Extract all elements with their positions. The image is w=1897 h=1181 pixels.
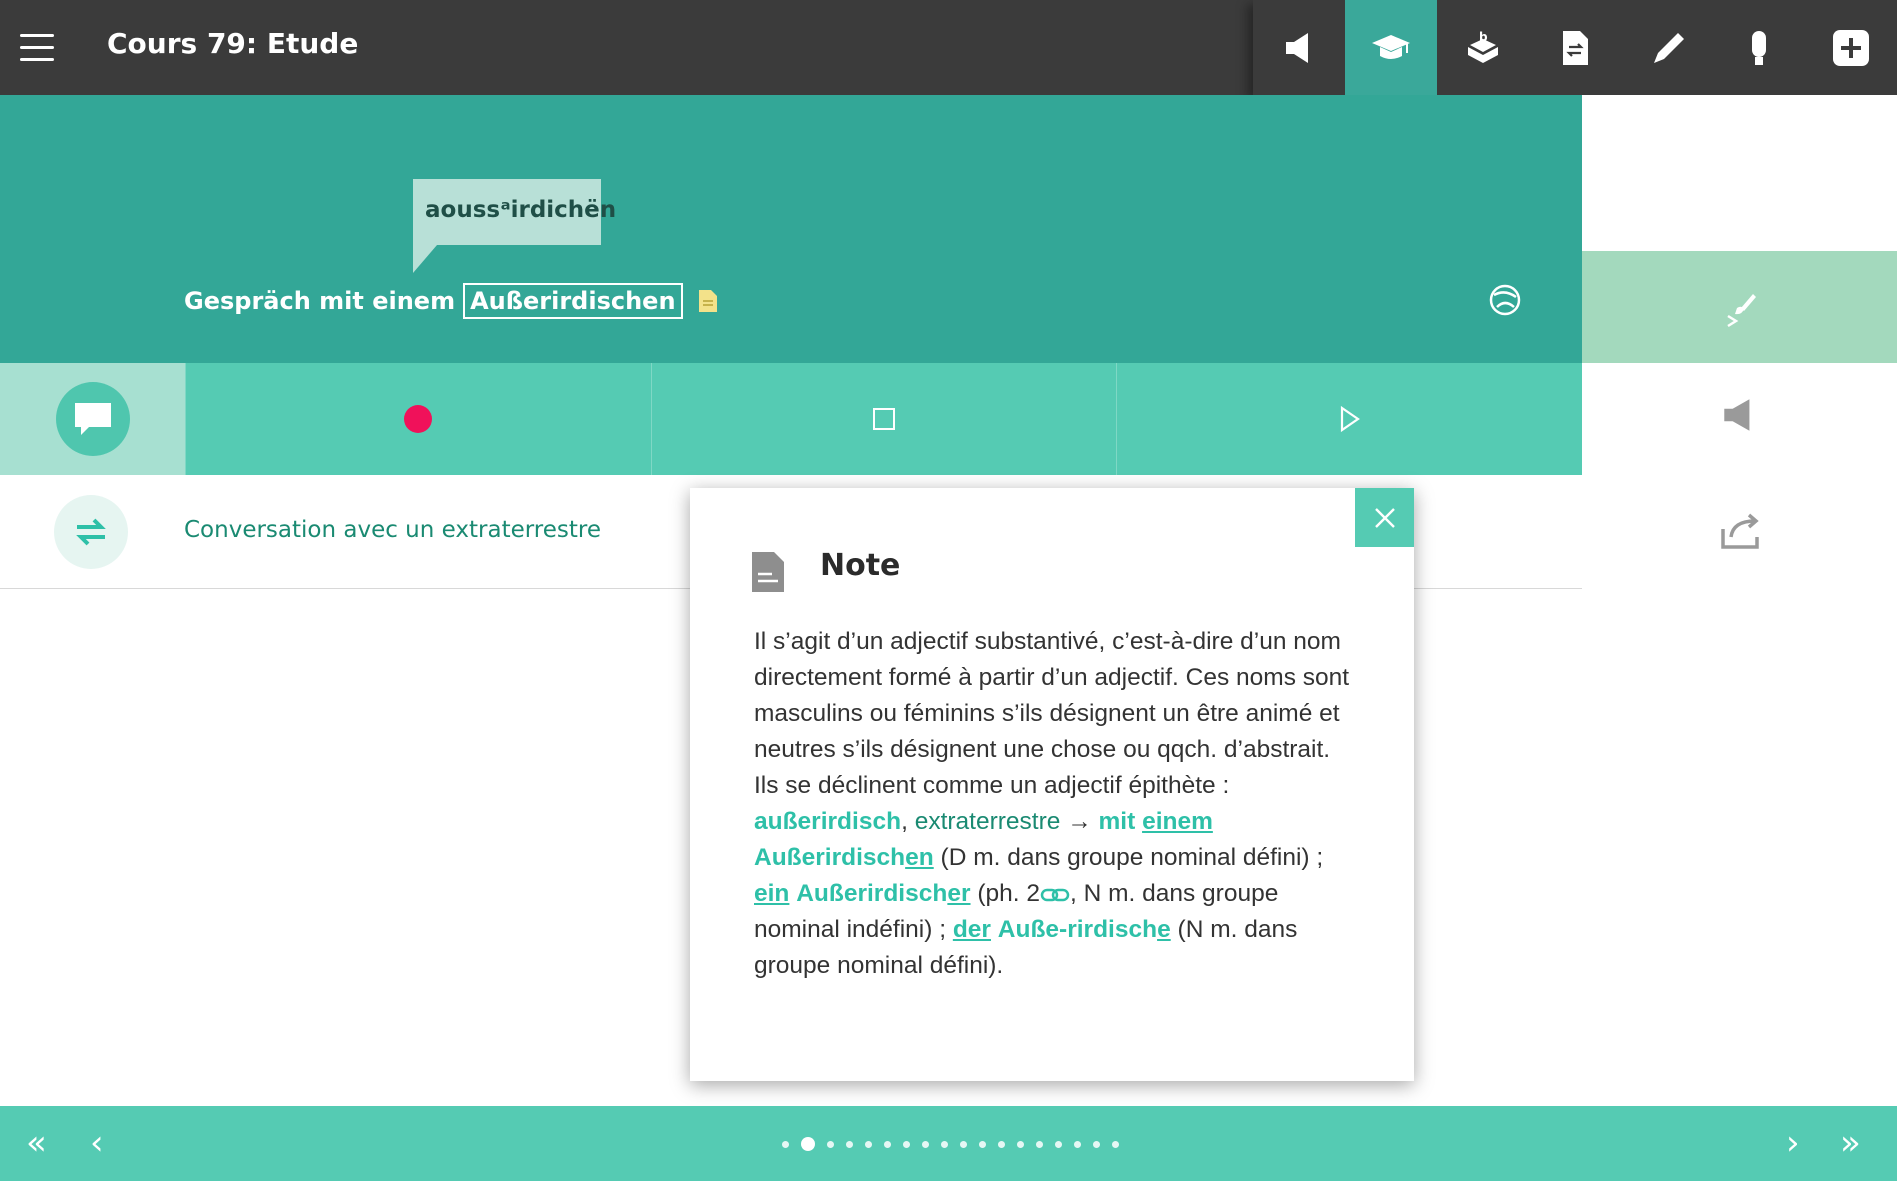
stop-cell[interactable]: [650, 363, 1117, 475]
swap-button[interactable]: [54, 495, 128, 569]
next-page-button[interactable]: ›: [1786, 1124, 1800, 1162]
pronunciation-tooltip: aoussᵃirdichën: [413, 179, 616, 273]
record-cell[interactable]: [185, 363, 651, 475]
german-word[interactable]: der: [953, 916, 991, 943]
share-button[interactable]: [1582, 507, 1897, 553]
lesson-sentence-panel: aoussᵃirdichën Gespräch mit einem Außeri…: [0, 95, 1582, 363]
german-ending: er: [947, 880, 971, 907]
page-dot[interactable]: [1074, 1140, 1081, 1148]
close-button[interactable]: [1355, 488, 1414, 547]
plus-icon: [1833, 29, 1869, 66]
page-dot[interactable]: [1112, 1140, 1119, 1148]
study-button[interactable]: [1345, 0, 1437, 95]
play-cell[interactable]: [1116, 363, 1582, 475]
voice-face-icon[interactable]: [1488, 283, 1522, 317]
speaker-icon: [1286, 32, 1308, 63]
play-icon: [1340, 405, 1360, 433]
german-ending: en: [905, 844, 934, 871]
share-icon: [1720, 513, 1759, 549]
record-button[interactable]: [1713, 0, 1805, 95]
note-text: (ph. 2: [977, 880, 1040, 907]
german-word[interactable]: Außerirdisch: [796, 880, 947, 907]
page-dot[interactable]: [941, 1140, 948, 1148]
german-word[interactable]: mit: [1099, 808, 1136, 835]
arrow-glyph: →: [1067, 808, 1092, 835]
side-panel: [1582, 95, 1897, 1106]
page-dot[interactable]: [960, 1140, 967, 1148]
page-dot[interactable]: [1017, 1140, 1024, 1148]
check-button[interactable]: [1582, 251, 1897, 363]
speaker-button[interactable]: [1253, 0, 1345, 95]
page-dot[interactable]: [846, 1140, 853, 1148]
speaker-icon: [1723, 399, 1749, 431]
pen-icon: [1654, 32, 1684, 63]
page-dot[interactable]: [827, 1140, 834, 1148]
chat-bubble-icon: [74, 403, 111, 435]
exercise-button[interactable]: b: [1437, 0, 1529, 95]
note-title: Note: [820, 548, 901, 583]
bottom-navigation: « ‹ › »: [0, 1106, 1897, 1181]
page-dot[interactable]: [884, 1140, 891, 1148]
document-translate-icon: [1563, 30, 1588, 65]
graduation-cap-icon: [1372, 34, 1410, 59]
note-text: (D m. dans groupe nominal défini) ;: [940, 844, 1324, 871]
german-ending: e: [1157, 916, 1171, 943]
audio-button[interactable]: [1582, 393, 1897, 437]
page-dot[interactable]: [801, 1137, 815, 1151]
note-icon[interactable]: [698, 290, 717, 312]
toolbar: b: [1253, 0, 1897, 95]
german-word[interactable]: außerirdisch: [754, 808, 901, 835]
page-dot[interactable]: [922, 1140, 929, 1148]
sentence-text: Gespräch mit einem: [184, 287, 456, 315]
page-dot[interactable]: [865, 1140, 872, 1148]
record-dot-icon: [404, 405, 433, 433]
page-title: Cours 79: Etude: [107, 27, 359, 60]
recorder-bar: [0, 363, 1582, 475]
brush-check-icon: [1726, 294, 1756, 328]
page-dot[interactable]: [782, 1140, 789, 1148]
german-word[interactable]: ein: [754, 880, 789, 907]
selected-word[interactable]: Außerirdischen: [463, 283, 683, 319]
exercise-box-icon: b: [1468, 30, 1498, 63]
dialogue-button[interactable]: [55, 382, 130, 456]
page-dot[interactable]: [1055, 1140, 1062, 1148]
phonetic-text: aoussᵃirdichën: [425, 197, 617, 223]
stop-icon: [873, 408, 895, 430]
close-icon: [1374, 507, 1395, 528]
french-word: extraterrestre: [914, 808, 1061, 835]
menu-icon[interactable]: [20, 34, 54, 62]
document-icon: [752, 552, 784, 592]
german-word[interactable]: einem: [1142, 808, 1213, 835]
german-word[interactable]: Außerirdisch: [754, 844, 905, 871]
note-text: ,: [901, 808, 908, 835]
french-translation: Conversation avec un extraterrestre: [184, 517, 601, 543]
dialogue-cell: [0, 363, 185, 475]
page-dot[interactable]: [903, 1140, 910, 1148]
page-indicator: [782, 1137, 1131, 1151]
translation-button[interactable]: [1529, 0, 1621, 95]
microphone-icon: [1752, 30, 1766, 65]
note-text: Il s’agit d’un adjectif substantivé, c’e…: [754, 628, 1350, 799]
german-word[interactable]: Auße-rirdisch: [998, 916, 1157, 943]
page-dot[interactable]: [998, 1140, 1005, 1148]
write-button[interactable]: [1621, 0, 1713, 95]
note-dialog: Note Il s’agit d’un adjectif substantivé…: [690, 488, 1414, 1081]
page-dot[interactable]: [979, 1140, 986, 1148]
link-icon[interactable]: [1040, 887, 1070, 903]
add-button[interactable]: [1805, 0, 1897, 95]
previous-page-button[interactable]: ‹: [90, 1124, 104, 1162]
note-body: Il s’agit d’un adjectif substantivé, c’e…: [754, 624, 1354, 984]
german-sentence: Gespräch mit einem Außerirdischen: [184, 283, 717, 319]
top-bar: Cours 79: Etude b: [0, 0, 1897, 95]
page-dot[interactable]: [1036, 1140, 1043, 1148]
last-page-button[interactable]: »: [1840, 1124, 1861, 1162]
swap-arrows-icon: [76, 518, 106, 546]
first-page-button[interactable]: «: [26, 1124, 47, 1162]
page-dot[interactable]: [1093, 1140, 1100, 1148]
svg-text:b: b: [1479, 30, 1488, 44]
